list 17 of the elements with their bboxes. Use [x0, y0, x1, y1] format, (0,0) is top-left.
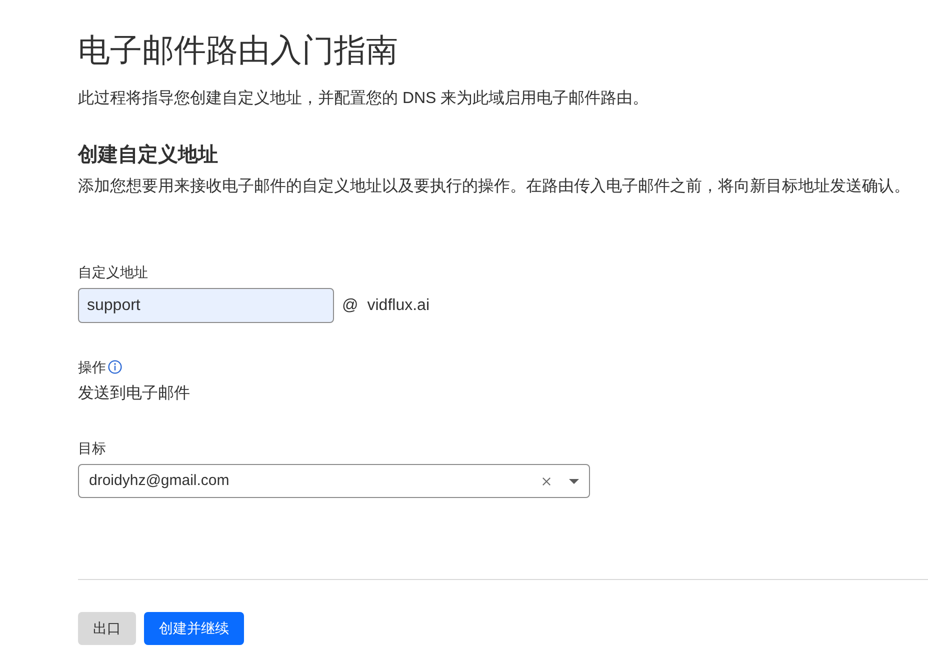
- at-sign: @: [342, 296, 358, 316]
- create-continue-button[interactable]: 创建并继续: [144, 612, 244, 645]
- info-icon[interactable]: [108, 360, 122, 374]
- section-description: 添加您想要用来接收电子邮件的自定义地址以及要执行的操作。在路由传入电子邮件之前，将向新目标地址发送确认。: [78, 176, 910, 197]
- field-label: 操作: [78, 358, 106, 377]
- field-label: 目标: [78, 439, 106, 458]
- field-label: 自定义地址: [78, 263, 148, 282]
- section-heading: 创建自定义地址: [78, 142, 218, 168]
- domain-name: vidflux.ai: [367, 296, 430, 316]
- exit-button[interactable]: 出口: [78, 612, 136, 645]
- caret-down-icon[interactable]: [569, 478, 579, 484]
- page-description: 此过程将指导您创建自定义地址，并配置您的 DNS 来为此域启用电子邮件路由。: [78, 88, 649, 109]
- action-value: 发送到电子邮件: [78, 384, 190, 404]
- page-title: 电子邮件路由入门指南: [78, 31, 398, 70]
- destination-select[interactable]: droidyhz@gmail.com: [78, 464, 590, 498]
- clear-icon[interactable]: [542, 476, 551, 486]
- address-input-field[interactable]: support: [78, 288, 334, 323]
